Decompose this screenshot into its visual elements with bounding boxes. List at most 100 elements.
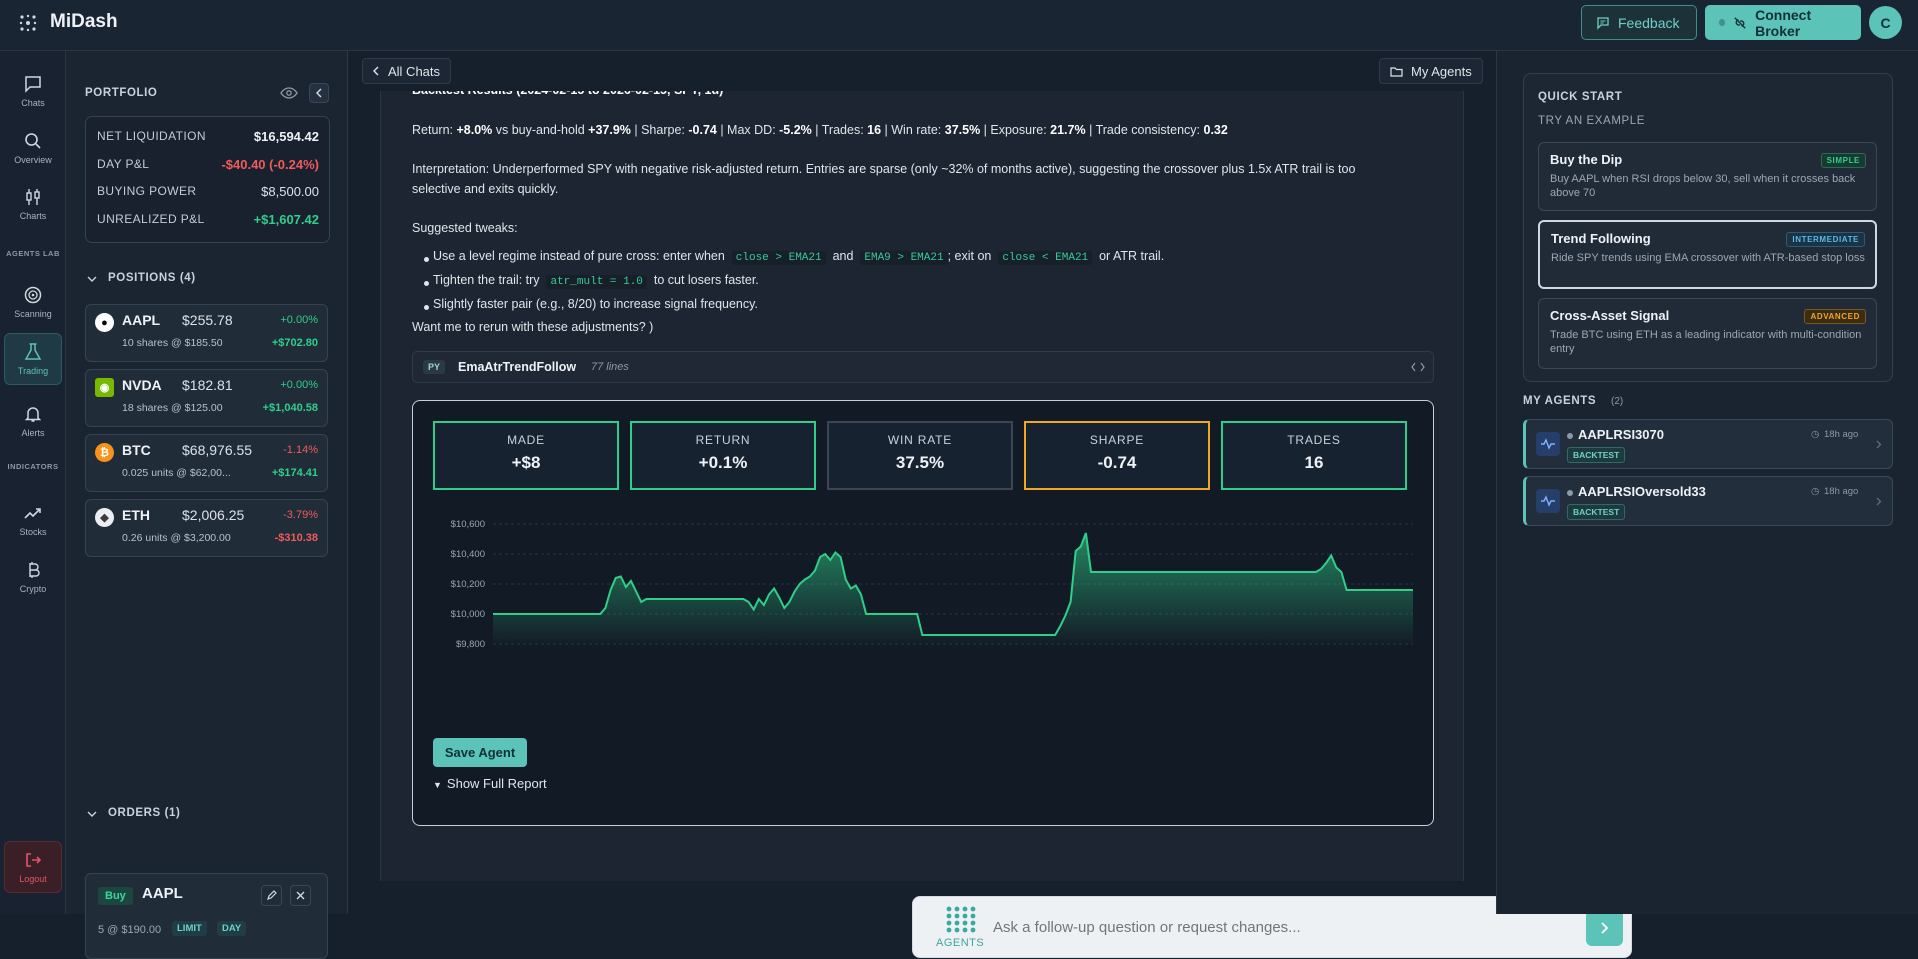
cancel-order-button[interactable] [290,885,311,906]
nav-charts[interactable]: Charts [4,178,62,230]
text: or ATR trail. [1099,249,1165,263]
pencil-icon [267,890,277,900]
my-agents-title: MY AGENTS [1523,395,1597,407]
position-qty: 18 shares @ $125.00 [122,402,223,414]
message-icon [1597,16,1609,30]
collapse-panel-button[interactable] [309,83,329,103]
nav-stocks[interactable]: Stocks [4,494,62,546]
section-indicators: INDICATORS [7,462,59,471]
connect-broker-button[interactable]: Connect Broker [1705,5,1861,40]
position-pl: +$1,040.58 [262,402,318,414]
chevron-down-icon[interactable] [87,810,97,818]
metric-label: | Max DD: [716,123,780,137]
metric-label: | Trade consistency: [1085,123,1204,137]
chevron-left-icon [373,66,379,76]
nav-overview[interactable]: Overview [4,122,62,174]
chat-main: All Chats My Agents Backtest Results (20… [348,51,1632,958]
edit-order-button[interactable] [261,885,282,906]
my-agents-button[interactable]: My Agents [1379,58,1483,84]
save-agent-button[interactable]: Save Agent [433,738,527,767]
y-tick-label: $10,000 [451,609,485,620]
position-pl: +$702.80 [271,337,318,349]
day-pl-row: DAY P&L -$40.40 (-0.24%) [97,157,319,172]
all-chats-button[interactable]: All Chats [362,58,452,84]
agent-item[interactable]: AAPLRSI3070 BACKTEST ◷ 18h ago [1523,419,1893,469]
nav-label: Alerts [21,428,45,438]
orders-title: ORDERS (1) [108,807,181,819]
order-detail: 5 @ $190.00 [98,924,162,936]
example-trend-following[interactable]: Trend Following INTERMEDIATE Ride SPY tr… [1538,220,1877,289]
example-description: Trade BTC using ETH as a leading indicat… [1550,329,1862,355]
summary-value: -$40.40 (-0.24%) [221,157,319,172]
avatar[interactable]: C [1869,6,1902,39]
quick-start-title: QUICK START [1538,91,1623,103]
agent-item[interactable]: AAPLRSIOversold33 BACKTEST ◷ 18h ago [1523,476,1893,526]
agent-time: 18h ago [1824,429,1859,440]
nav-trading[interactable]: Trading [4,333,62,385]
order-card[interactable]: Buy AAPL 5 @ $190.00 LIMIT DAY [85,873,328,959]
my-agents-count: (2) [1611,396,1624,407]
metric-value: +8.0% [456,123,493,137]
summary-value: +$1,607.42 [253,212,319,227]
code-block[interactable]: PY EmaAtrTrendFollow 77 lines [412,351,1434,383]
stat-label: SHARPE [1089,433,1145,447]
logout-button[interactable]: Logout [4,841,62,893]
quick-start-card: QUICK START TRY AN EXAMPLE Buy the Dip S… [1523,73,1893,382]
difficulty-badge: INTERMEDIATE [1786,232,1865,247]
position-card-aapl[interactable]: ● AAPL $255.78 +0.00% 10 shares @ $185.5… [85,304,328,362]
tweaks-title: Suggested tweaks: [412,221,518,235]
code-icon[interactable] [1411,362,1425,372]
example-buy-the-dip[interactable]: Buy the Dip SIMPLE Buy AAPL when RSI dro… [1538,142,1877,211]
buying-power-row: BUYING POWER $8,500.00 [97,184,319,199]
position-symbol: AAPL [122,312,161,328]
logout-icon [26,853,42,867]
metric-label: vs buy-and-hold [492,123,589,137]
nav-label: Trading [17,366,49,376]
unrealized-pl-row: UNREALIZED P&L +$1,607.42 [97,212,319,227]
eye-icon[interactable] [280,86,298,100]
bitcoin-icon: ₿ [95,443,114,462]
tweak-3: Slightly faster pair (e.g., 8/20) to inc… [433,297,758,311]
position-price: $68,976.55 [182,442,253,458]
nav-chats[interactable]: Chats [4,65,62,117]
feedback-button[interactable]: Feedback [1581,5,1697,40]
chat-icon [25,76,41,93]
position-card-btc[interactable]: ₿ BTC $68,976.55 -1.14% 0.025 units @ $6… [85,434,328,492]
status-dot [1719,19,1726,26]
y-tick-label: $9,800 [456,639,485,650]
tweak-2: Tighten the trail: try atr_mult = 1.0 to… [433,271,759,292]
position-card-nvda[interactable]: ◉ NVDA $182.81 +0.00% 18 shares @ $125.0… [85,369,328,427]
metric-value: 16 [867,123,882,137]
position-change: -1.14% [283,444,318,456]
chevron-down-icon[interactable] [87,275,97,283]
metrics-line: Return: +8.0% vs buy-and-hold +37.9% | S… [412,121,1228,140]
text: to cut losers faster. [653,273,759,287]
metric-label: | Win rate: [881,123,945,137]
bitcoin-icon [29,562,40,578]
position-pl: -$310.38 [274,532,318,544]
backtest-heading: Backtest Results (2024-02-15 to 2026-02-… [412,91,723,100]
nav-scanning[interactable]: Scanning [4,276,62,328]
follow-up-input[interactable] [993,915,1453,939]
example-cross-asset-signal[interactable]: Cross-Asset Signal ADVANCED Trade BTC us… [1538,298,1877,369]
order-tif-badge: DAY [217,921,247,936]
feedback-label: Feedback [1618,14,1680,31]
stat-value: +0.1% [698,453,748,472]
position-change: +0.00% [280,379,318,391]
send-button[interactable] [1586,909,1623,946]
nav-crypto[interactable]: Crypto [4,551,62,603]
portfolio-title: PORTFOLIO [85,87,158,99]
position-card-eth[interactable]: ◆ ETH $2,006.25 -3.79% 0.26 units @ $3,2… [85,499,328,557]
radar-icon [24,286,42,304]
logo-icon [19,14,37,32]
show-full-report-toggle[interactable]: ▼ Show Full Report [433,776,547,791]
all-chats-label: All Chats [388,63,441,79]
chat-header: All Chats My Agents [348,51,1496,91]
folder-icon [1390,66,1403,77]
nav-alerts[interactable]: Alerts [4,395,62,447]
app-title: MiDash [50,11,118,32]
position-symbol: BTC [122,442,151,458]
chevron-left-icon [315,88,322,98]
bell-icon [24,407,42,422]
metric-value: 37.5% [944,123,981,137]
